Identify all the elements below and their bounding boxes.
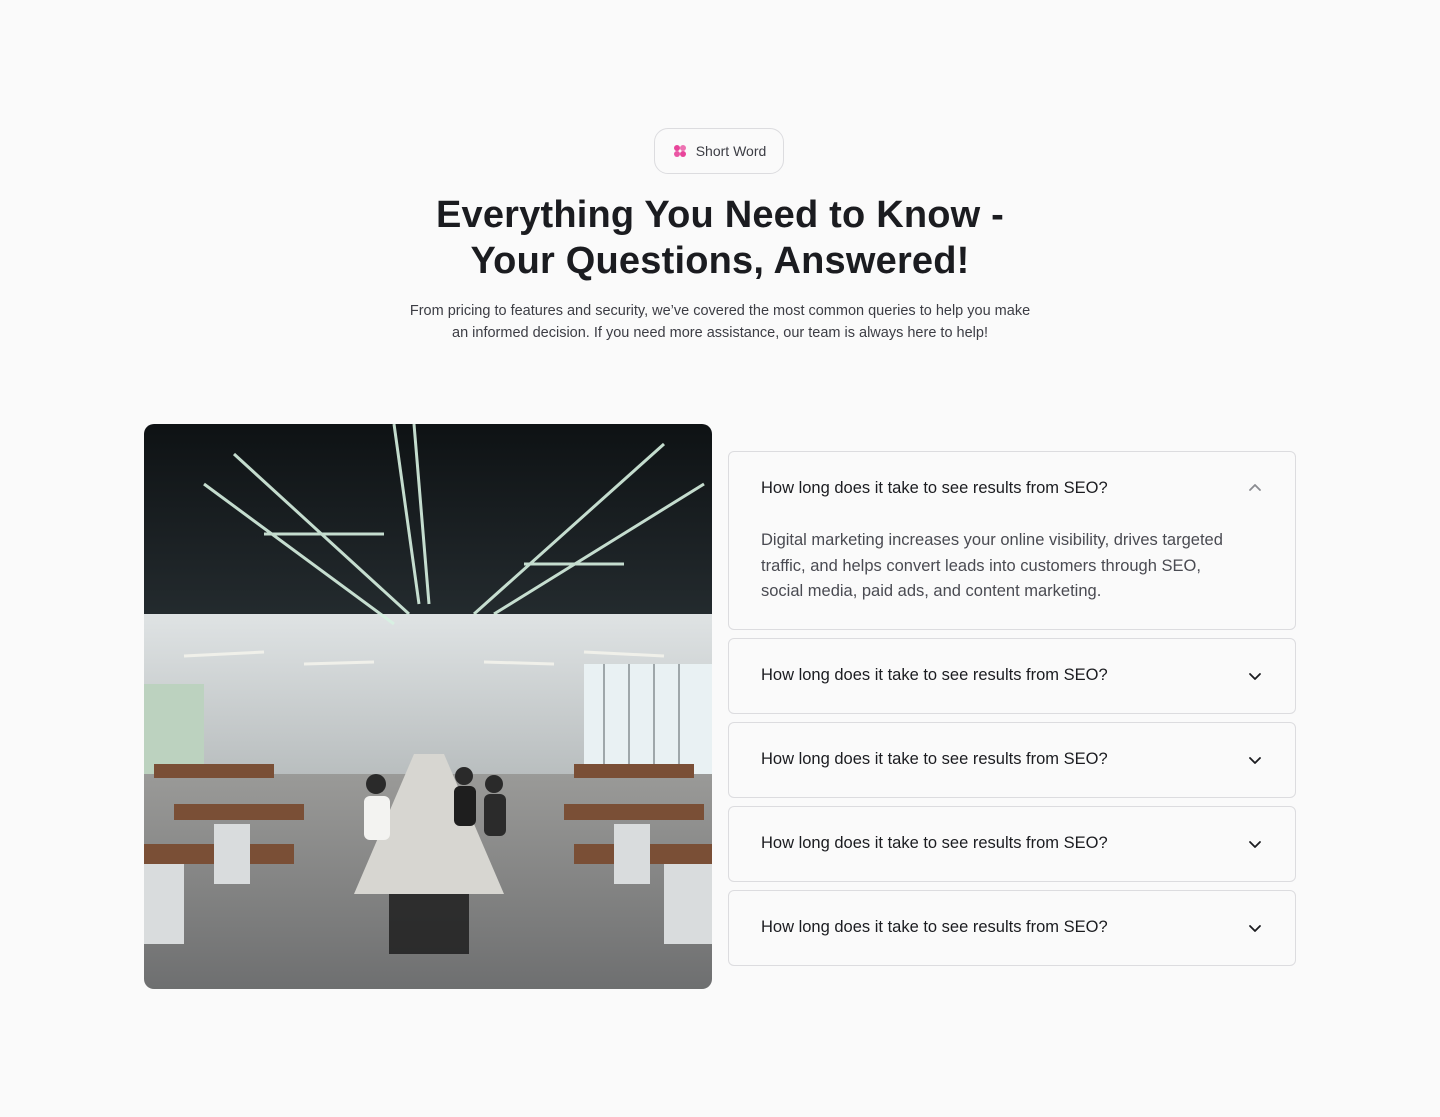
faq-question: How long does it take to see results fro… xyxy=(761,750,1108,768)
flower-icon xyxy=(673,145,686,157)
faq-question: How long does it take to see results fro… xyxy=(761,478,1108,497)
chevron-down-icon xyxy=(1249,840,1261,848)
faq-section: Short Word Everything You Need to Know -… xyxy=(0,0,1440,1117)
faq-question: How long does it take to see results fro… xyxy=(761,666,1108,684)
chevron-down-icon xyxy=(1249,756,1261,764)
faq-question-button[interactable]: How long does it take to see results fro… xyxy=(729,723,1295,797)
faq-item: How long does it take to see results fro… xyxy=(728,451,1296,630)
faq-question: How long does it take to see results fro… xyxy=(761,834,1108,852)
chevron-up-icon xyxy=(1249,484,1261,491)
faq-question-button[interactable]: How long does it take to see results fro… xyxy=(729,452,1295,524)
faq-item: How long does it take to see results fro… xyxy=(728,637,1296,714)
faq-question: How long does it take to see results fro… xyxy=(761,918,1108,936)
subtitle-line-2: an informed decision. If you need more a… xyxy=(452,325,988,341)
office-photo xyxy=(144,424,712,989)
faq-answer: Digital marketing increases your online … xyxy=(761,531,1223,600)
title-line-1: Everything You Need to Know - xyxy=(435,194,1005,236)
faq-question-button[interactable]: How long does it take to see results fro… xyxy=(729,891,1295,965)
faq-item: How long does it take to see results fro… xyxy=(728,889,1296,966)
chevron-down-icon xyxy=(1249,924,1261,932)
title-line-2: Your Questions, Answered! xyxy=(470,240,970,282)
office-illustration xyxy=(144,424,712,989)
subtitle-line-1: From pricing to features and security, w… xyxy=(409,303,1031,319)
faq-question-button[interactable]: How long does it take to see results fro… xyxy=(729,807,1295,881)
section-subtitle: From pricing to features and security, w… xyxy=(400,300,1040,344)
chevron-down-icon xyxy=(1249,672,1261,680)
faq-item: How long does it take to see results fro… xyxy=(728,805,1296,882)
badge-label: Short Word xyxy=(695,143,767,159)
page-title: Everything You Need to Know - Your Quest… xyxy=(320,192,1120,284)
faq-list: How long does it take to see results fro… xyxy=(728,451,1296,974)
section-badge: Short Word xyxy=(654,128,784,174)
faq-item: How long does it take to see results fro… xyxy=(728,721,1296,798)
faq-question-button[interactable]: How long does it take to see results fro… xyxy=(729,639,1295,713)
